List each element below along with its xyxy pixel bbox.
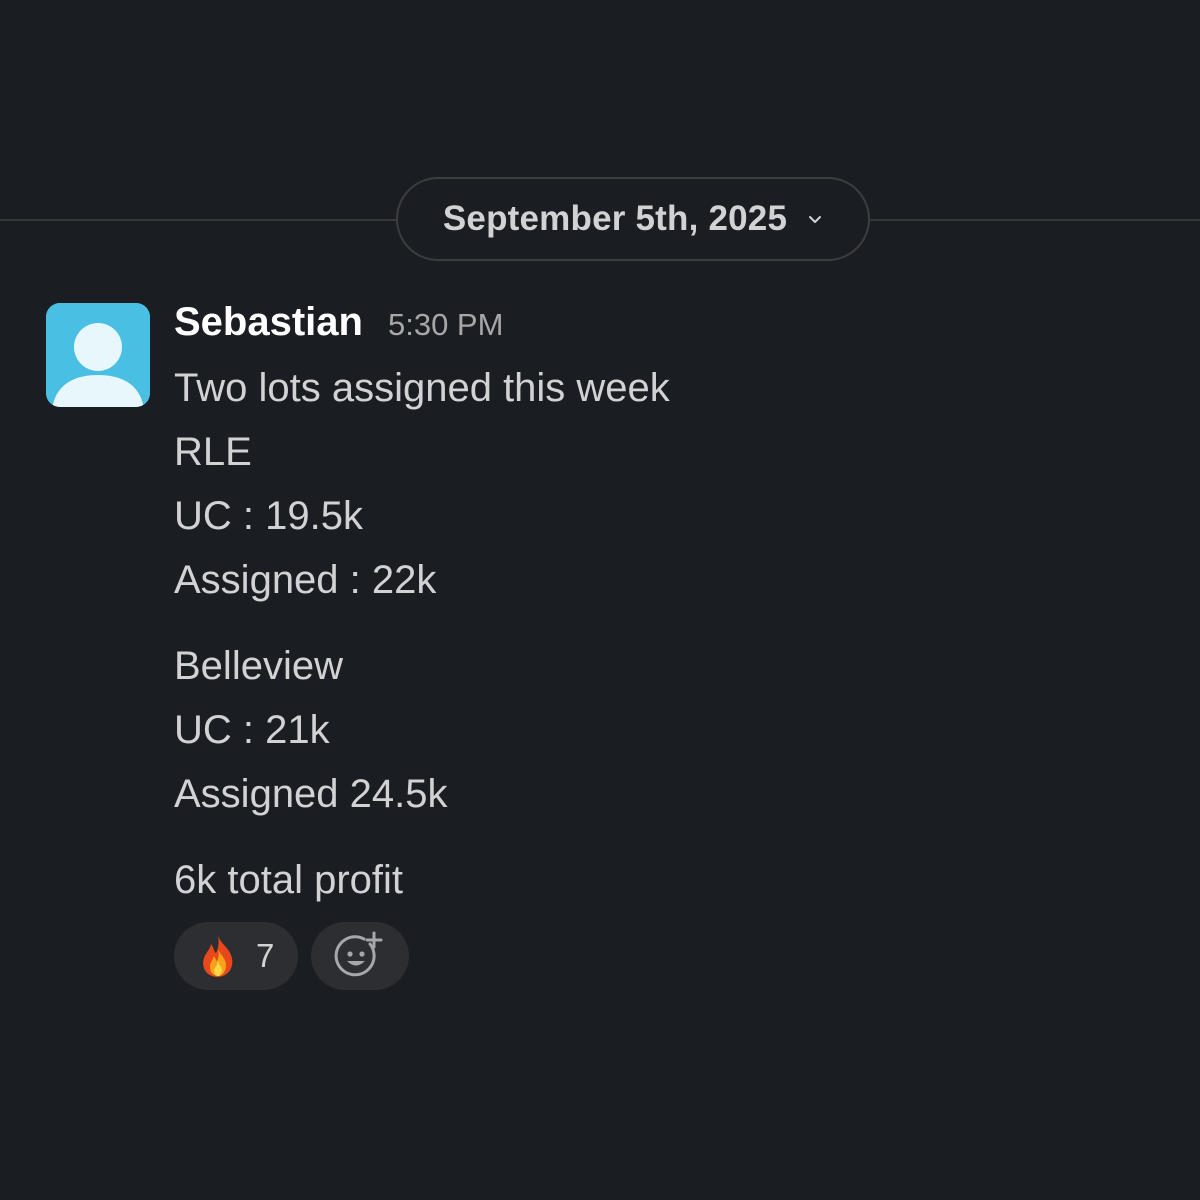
message: Sebastian 5:30 PM Two lots assigned this…: [174, 300, 1180, 990]
default-user-avatar-icon: [46, 303, 150, 407]
message-header: Sebastian 5:30 PM: [174, 300, 1180, 356]
message-line-lot2-uc: UC : 21k: [174, 708, 330, 752]
date-label: September 5th, 2025: [442, 199, 788, 238]
fire-icon: [198, 933, 238, 979]
message-line-lot1-uc: UC : 19.5k: [174, 494, 363, 538]
message-line-lot2-assigned: Assigned 24.5k: [174, 772, 448, 816]
sender-name[interactable]: Sebastian: [174, 300, 363, 345]
message-line-lot2-name: Belleview: [174, 644, 343, 688]
fire-reaction-count: 7: [256, 937, 275, 974]
chevron-down-icon: [807, 214, 823, 226]
add-reaction-button[interactable]: [311, 922, 409, 990]
fire-reaction-button[interactable]: 7: [174, 922, 298, 990]
reactions-bar: 7: [174, 922, 1180, 990]
add-reaction-icon: [334, 930, 386, 982]
message-line-intro: Two lots assigned this week: [174, 366, 670, 410]
message-line-summary: 6k total profit: [174, 858, 404, 902]
date-jump-button[interactable]: September 5th, 2025: [396, 177, 870, 261]
message-line-lot1-name: RLE: [174, 430, 252, 474]
message-line-lot1-assigned: Assigned : 22k: [174, 558, 437, 602]
user-avatar[interactable]: [46, 303, 150, 407]
message-timestamp[interactable]: 5:30 PM: [388, 307, 503, 343]
